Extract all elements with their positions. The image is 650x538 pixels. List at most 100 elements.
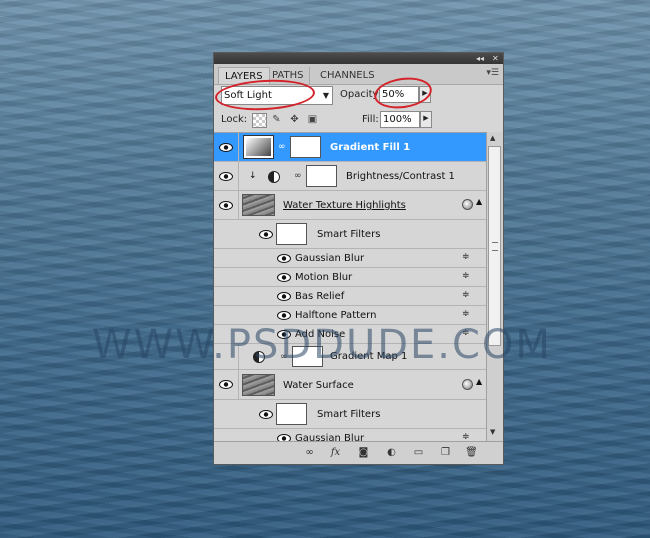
tab-paths[interactable]: PATHS bbox=[266, 67, 311, 84]
visibility-toggle[interactable] bbox=[214, 162, 239, 190]
blending-options-icon[interactable]: ≑ bbox=[462, 328, 470, 338]
layer-row[interactable]: ∞ Gradient Fill 1 bbox=[214, 133, 486, 162]
lock-move-icon[interactable]: ✥ bbox=[288, 113, 301, 126]
scrollbar[interactable]: ▲ ▼ bbox=[486, 132, 503, 441]
close-icon[interactable]: ✕ bbox=[492, 53, 499, 64]
filter-row[interactable]: Motion Blur ≑ bbox=[214, 268, 486, 287]
fill-label: Fill: bbox=[362, 114, 379, 125]
smart-object-thumbnail bbox=[242, 374, 275, 396]
adjustment-layer-icon bbox=[253, 351, 265, 363]
link-icon[interactable]: ∞ bbox=[302, 446, 317, 459]
layer-row[interactable]: Water Surface ▲ bbox=[214, 370, 486, 400]
eye-icon[interactable] bbox=[277, 292, 291, 301]
filter-name: Halftone Pattern bbox=[295, 310, 377, 321]
tab-channels[interactable]: CHANNELS bbox=[314, 67, 381, 84]
scroll-up-icon[interactable]: ▲ bbox=[490, 134, 495, 142]
chain-icon: ∞ bbox=[278, 142, 286, 152]
lock-all-icon[interactable]: ▣ bbox=[306, 113, 319, 126]
filter-name: Gaussian Blur bbox=[295, 253, 365, 264]
layer-row[interactable]: ∞ Gradient Map 1 bbox=[214, 344, 486, 370]
layer-row[interactable]: ↓ ∞ Brightness/Contrast 1 bbox=[214, 162, 486, 191]
smart-object-thumbnail bbox=[242, 194, 275, 216]
opacity-label: Opacity: bbox=[340, 89, 382, 100]
eye-icon bbox=[219, 201, 233, 210]
smart-filters-label: Smart Filters bbox=[317, 409, 381, 420]
panel-titlebar: ◂◂ ✕ bbox=[214, 53, 503, 64]
eye-icon[interactable] bbox=[259, 410, 273, 419]
visibility-toggle[interactable] bbox=[214, 370, 239, 399]
filter-row[interactable]: Halftone Pattern ≑ bbox=[214, 306, 486, 325]
layer-name: Water Texture Highlights bbox=[283, 200, 406, 211]
blending-options-icon[interactable]: ≑ bbox=[462, 252, 470, 262]
fill-input[interactable]: 100% bbox=[380, 111, 420, 128]
filter-row[interactable]: Gaussian Blur ≑ bbox=[214, 249, 486, 268]
blending-options-icon[interactable]: ≑ bbox=[462, 309, 470, 319]
filter-row[interactable]: Add Noise ≑ bbox=[214, 325, 486, 344]
layer-mask-thumbnail bbox=[306, 165, 337, 187]
smart-filter-badge-icon bbox=[462, 379, 473, 390]
indent-spacer bbox=[214, 220, 238, 248]
layer-name: Gradient Map 1 bbox=[330, 351, 408, 362]
eye-icon[interactable] bbox=[277, 273, 291, 282]
trash-icon[interactable]: 🗑 bbox=[464, 446, 479, 459]
panel-menu-icon[interactable]: ▾☰ bbox=[486, 68, 499, 78]
eye-icon bbox=[219, 172, 233, 181]
fill-arrow-button[interactable]: ▶ bbox=[420, 111, 432, 128]
fill-value: 100% bbox=[383, 114, 412, 125]
visibility-toggle[interactable] bbox=[214, 344, 239, 369]
opacity-input[interactable]: 50% bbox=[379, 86, 419, 103]
lock-brush-icon[interactable]: ✎ bbox=[270, 113, 283, 126]
chain-icon: ∞ bbox=[280, 352, 288, 362]
eye-icon bbox=[219, 143, 233, 152]
layer-thumbnail bbox=[243, 135, 274, 159]
lock-transparency-icon[interactable] bbox=[252, 113, 267, 128]
lock-label: Lock: bbox=[221, 114, 248, 125]
new-layer-icon[interactable]: ❐ bbox=[438, 446, 453, 459]
mask-icon[interactable]: ◙ bbox=[356, 446, 371, 459]
filter-mask-thumbnail bbox=[276, 403, 307, 425]
filter-row[interactable]: Bas Relief ≑ bbox=[214, 287, 486, 306]
eye-icon[interactable] bbox=[277, 330, 291, 339]
layer-mask-thumbnail bbox=[292, 346, 323, 367]
filter-mask-thumbnail bbox=[276, 223, 307, 245]
smart-filters-label: Smart Filters bbox=[317, 229, 381, 240]
group-icon[interactable]: ▭ bbox=[411, 446, 426, 459]
tab-layers[interactable]: LAYERS bbox=[218, 67, 270, 84]
collapse-icon[interactable]: ◂◂ bbox=[476, 53, 484, 64]
visibility-toggle[interactable] bbox=[214, 133, 239, 161]
scroll-grip bbox=[492, 242, 498, 251]
blending-options-icon[interactable]: ≑ bbox=[462, 290, 470, 300]
blending-options-icon[interactable]: ≑ bbox=[462, 271, 470, 281]
scroll-thumb[interactable] bbox=[488, 146, 501, 346]
panel-footer: ∞ fx ◙ ◐ ▭ ❐ 🗑 bbox=[214, 441, 503, 464]
opacity-arrow-button[interactable]: ▶ bbox=[419, 86, 431, 103]
chain-icon: ∞ bbox=[294, 171, 302, 181]
collapse-arrow-icon[interactable]: ▲ bbox=[476, 377, 482, 386]
panel-tabs: LAYERS PATHS CHANNELS ▾☰ bbox=[214, 64, 503, 85]
filter-name: Bas Relief bbox=[295, 291, 345, 302]
collapse-arrow-icon[interactable]: ▲ bbox=[476, 197, 482, 206]
blend-mode-select[interactable]: Soft Light ▼ bbox=[221, 86, 333, 105]
eye-icon bbox=[219, 380, 233, 389]
layers-panel: ◂◂ ✕ LAYERS PATHS CHANNELS ▾☰ Soft Light… bbox=[213, 52, 504, 465]
layer-name: Gradient Fill 1 bbox=[330, 142, 411, 153]
eye-icon[interactable] bbox=[277, 311, 291, 320]
filter-name: Motion Blur bbox=[295, 272, 353, 283]
smart-filter-badge-icon bbox=[462, 199, 473, 210]
layer-row[interactable]: Smart Filters bbox=[214, 220, 486, 249]
layer-mask-thumbnail bbox=[290, 136, 321, 158]
layers-list: ∞ Gradient Fill 1 ↓ ∞ Brightness/Contras… bbox=[214, 132, 486, 442]
adjustment-icon[interactable]: ◐ bbox=[384, 446, 399, 459]
visibility-toggle[interactable] bbox=[214, 191, 239, 219]
layer-row[interactable]: Water Texture Highlights ▲ bbox=[214, 191, 486, 220]
layer-row[interactable]: Smart Filters bbox=[214, 400, 486, 429]
eye-icon[interactable] bbox=[259, 230, 273, 239]
blend-mode-value: Soft Light bbox=[224, 90, 272, 101]
layer-name: Water Surface bbox=[283, 380, 354, 391]
filter-name: Add Noise bbox=[295, 329, 346, 340]
chevron-down-icon: ▼ bbox=[322, 91, 329, 100]
fx-icon[interactable]: fx bbox=[328, 446, 343, 459]
opacity-value: 50% bbox=[382, 89, 405, 100]
eye-icon[interactable] bbox=[277, 254, 291, 263]
scroll-down-icon[interactable]: ▼ bbox=[490, 428, 495, 436]
